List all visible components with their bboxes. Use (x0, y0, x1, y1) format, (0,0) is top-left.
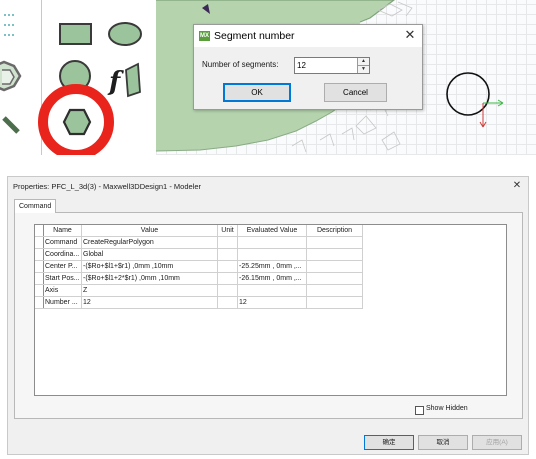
property-table: Name Value Unit Evaluated Value Descript… (35, 225, 363, 309)
property-unit[interactable] (217, 284, 238, 297)
segments-field-label: Number of segments: (202, 60, 279, 69)
table-row[interactable]: Center P... -($Ro+$l1+$r1) ,0mm ,10mm -2… (35, 260, 363, 273)
property-value[interactable]: -($Ro+$l1+$r1) ,0mm ,10mm (81, 260, 218, 273)
table-row[interactable]: Coordina... Global (35, 248, 363, 261)
toolbar-icons-layer: f (0, 22, 142, 155)
segment-number-dialog: MX Segment number ✕ Number of segments: … (193, 24, 423, 110)
close-icon[interactable]: ✕ (511, 180, 523, 192)
property-description[interactable] (306, 296, 363, 309)
property-unit[interactable] (217, 236, 238, 249)
property-value[interactable]: Z (81, 284, 218, 297)
spin-up-icon[interactable]: ▲ (357, 58, 369, 65)
dialog-titlebar[interactable]: MX Segment number ✕ (194, 25, 422, 47)
property-value[interactable]: -($Ro+$l1+2*$r1) ,0mm ,10mm (81, 272, 218, 285)
spin-down-icon[interactable]: ▼ (357, 65, 369, 73)
property-description[interactable] (306, 260, 363, 273)
row-header-corner (35, 225, 44, 237)
property-description[interactable] (306, 248, 363, 261)
draw-toolbar-crop: f (0, 0, 151, 155)
regular-polygon-icon[interactable] (62, 108, 92, 136)
property-description[interactable] (306, 272, 363, 285)
svg-text:f: f (107, 67, 124, 97)
table-row[interactable]: Command CreateRegularPolygon (35, 236, 363, 249)
row-header[interactable] (35, 260, 44, 273)
coordinate-axes-icon (446, 72, 504, 128)
segments-spinbox[interactable]: ▲ ▼ (294, 57, 370, 74)
row-header[interactable] (35, 284, 44, 297)
ellipse-icon[interactable] (108, 22, 142, 46)
property-name: Axis (43, 284, 82, 297)
cancel-button[interactable]: 取消 (418, 435, 468, 450)
property-unit[interactable] (217, 296, 238, 309)
property-evaluated (237, 284, 307, 297)
row-header[interactable] (35, 296, 44, 309)
row-header[interactable] (35, 272, 44, 285)
column-header[interactable]: Name (43, 225, 82, 237)
tab-command[interactable]: Command (14, 199, 57, 213)
property-description[interactable] (306, 284, 363, 297)
column-header[interactable]: Unit (217, 225, 238, 237)
table-header-row: Name Value Unit Evaluated Value Descript… (35, 225, 363, 237)
show-hidden-checkbox[interactable] (415, 406, 424, 415)
property-name: Number ... (43, 296, 82, 309)
segments-input[interactable] (297, 59, 353, 71)
show-hidden-label: Show Hidden (426, 405, 468, 412)
property-grid[interactable]: Name Value Unit Evaluated Value Descript… (34, 224, 507, 396)
property-evaluated (237, 248, 307, 261)
properties-window: Properties: PFC_L_3d(3) - Maxwell3DDesig… (7, 176, 529, 455)
apply-button[interactable]: 应用(A) (472, 435, 522, 450)
table-row[interactable]: Number ... 12 12 (35, 296, 363, 309)
property-description[interactable] (306, 236, 363, 249)
row-header[interactable] (35, 248, 44, 261)
column-header[interactable]: Description (306, 225, 363, 237)
polygon-partial-icon[interactable] (0, 60, 22, 92)
cancel-button[interactable]: Cancel (324, 83, 387, 102)
property-name: Command (43, 236, 82, 249)
column-header[interactable]: Value (81, 225, 218, 237)
column-header[interactable]: Evaluated Value (237, 225, 307, 237)
property-unit[interactable] (217, 260, 238, 273)
dialog-title: Segment number (214, 30, 295, 42)
property-evaluated: -26.15mm , 0mm ,... (237, 272, 307, 285)
close-icon[interactable]: ✕ (402, 27, 418, 43)
command-tab-page: Name Value Unit Evaluated Value Descript… (14, 212, 523, 419)
maxwell-app-icon: MX (199, 31, 210, 41)
table-row[interactable]: Start Pos... -($Ro+$l1+2*$r1) ,0mm ,10mm… (35, 272, 363, 285)
property-value[interactable]: CreateRegularPolygon (81, 236, 218, 249)
row-header[interactable] (35, 236, 44, 249)
property-name: Start Pos... (43, 272, 82, 285)
line-icon[interactable] (2, 116, 20, 134)
property-name: Center P... (43, 260, 82, 273)
property-evaluated: 12 (237, 296, 307, 309)
window-title: Properties: PFC_L_3d(3) - Maxwell3DDesig… (13, 182, 201, 191)
table-row[interactable]: Axis Z (35, 284, 363, 297)
rectangle-icon[interactable] (59, 23, 92, 45)
ok-button[interactable]: 确定 (364, 435, 414, 450)
property-unit[interactable] (217, 272, 238, 285)
property-evaluated (237, 236, 307, 249)
property-value[interactable]: 12 (81, 296, 218, 309)
ok-button[interactable]: OK (223, 83, 291, 102)
property-evaluated: -25.25mm , 0mm ,... (237, 260, 307, 273)
property-name: Coordina... (43, 248, 82, 261)
equation-curve-icon[interactable]: f (107, 62, 141, 98)
property-unit[interactable] (217, 248, 238, 261)
property-value[interactable]: Global (81, 248, 218, 261)
